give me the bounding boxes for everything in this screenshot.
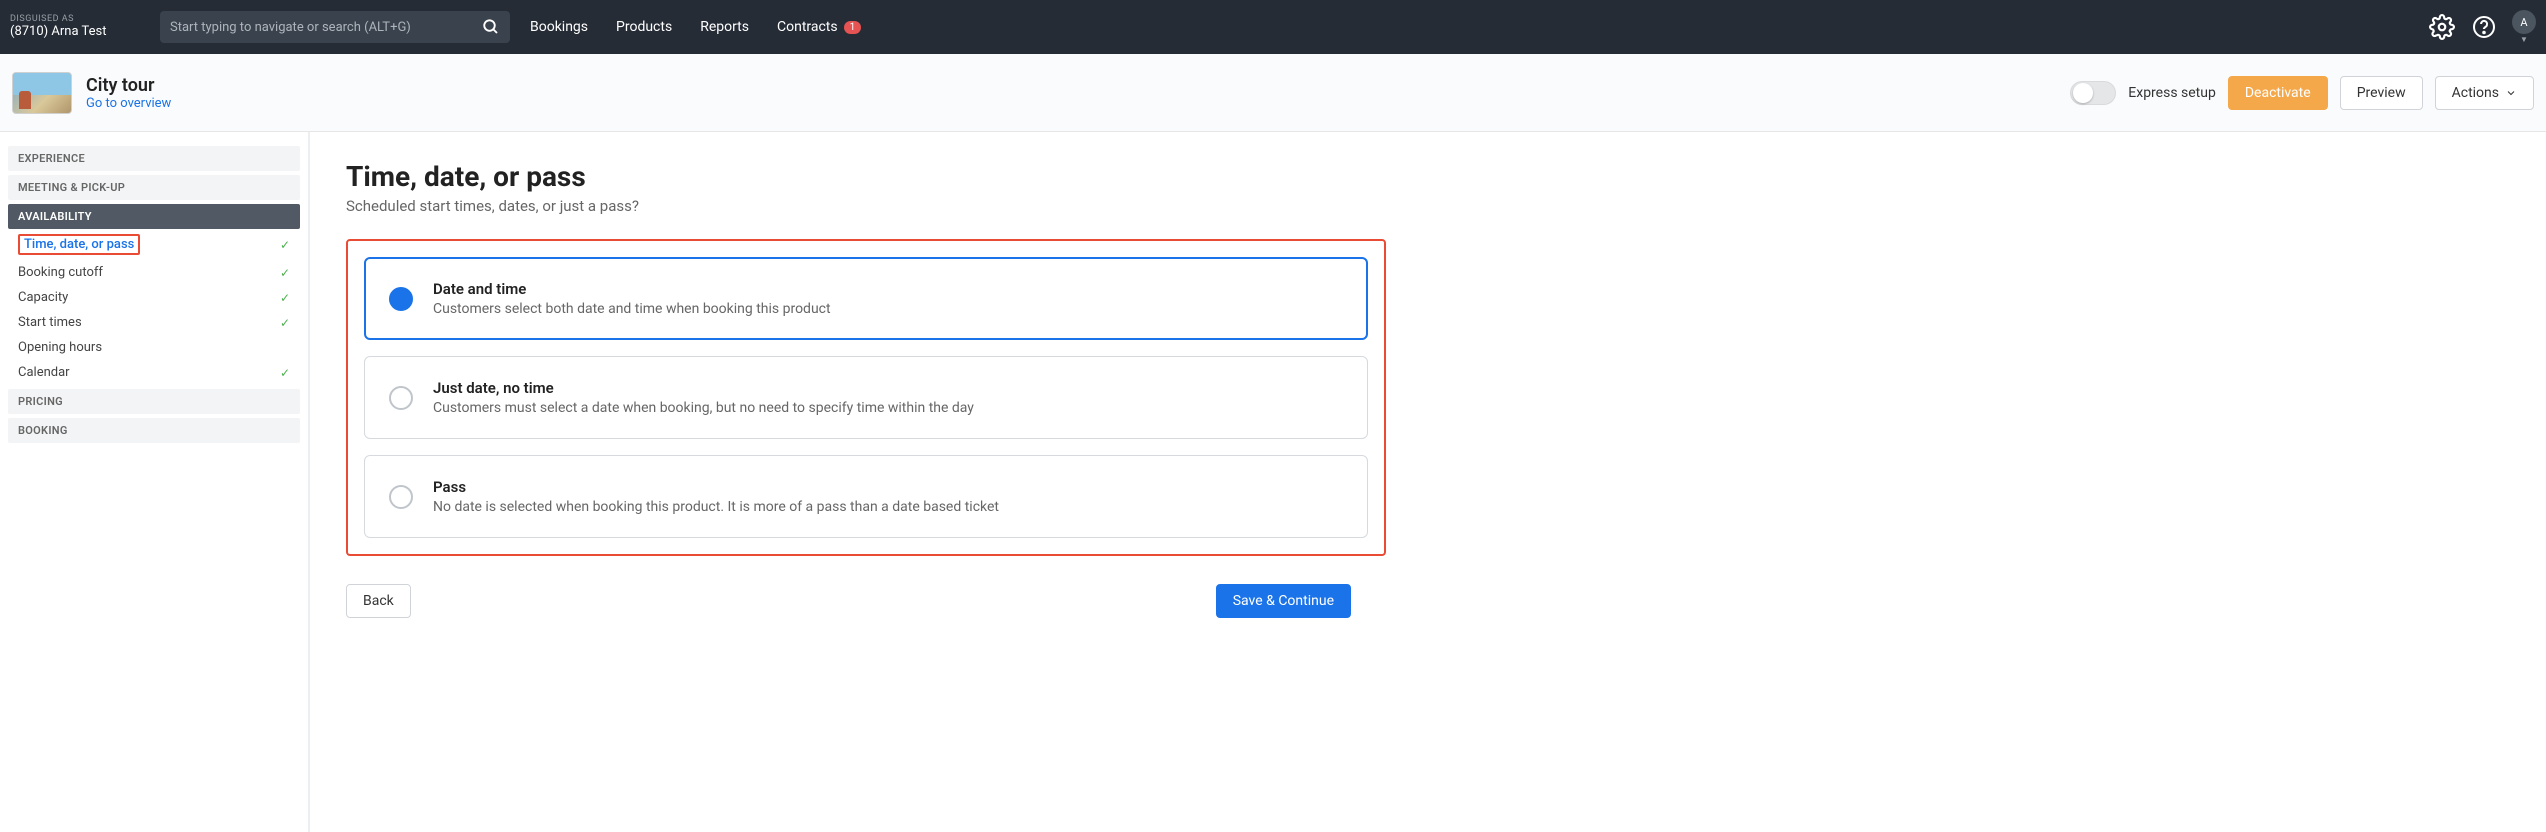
sidebar-item-opening-hours[interactable]: Opening hours xyxy=(8,335,300,360)
sidebar-item-label: Opening hours xyxy=(18,340,102,355)
search-icon[interactable] xyxy=(482,18,500,36)
nav-products[interactable]: Products xyxy=(616,19,672,35)
option-desc: No date is selected when booking this pr… xyxy=(433,499,999,515)
actions-label: Actions xyxy=(2452,85,2499,101)
option-text: Just date, no time Customers must select… xyxy=(433,379,974,416)
chevron-down-icon xyxy=(2505,87,2517,99)
page-title: Time, date, or pass xyxy=(346,160,2510,193)
nav-contracts-label: Contracts xyxy=(777,19,838,35)
secondary-bar: City tour Go to overview Express setup D… xyxy=(0,54,2546,132)
help-icon[interactable] xyxy=(2470,13,2498,41)
disguise-block: DISGUISED AS (8710) Arna Test xyxy=(10,15,140,39)
option-just-date[interactable]: Just date, no time Customers must select… xyxy=(364,356,1368,439)
preview-button[interactable]: Preview xyxy=(2340,76,2423,110)
search-wrap[interactable] xyxy=(160,11,510,43)
check-icon: ✓ xyxy=(280,291,290,305)
toggle-knob xyxy=(2073,83,2093,103)
avatar: A xyxy=(2512,10,2536,34)
sidebar-item-label: Calendar xyxy=(18,365,70,380)
sidebar-item-calendar[interactable]: Calendar ✓ xyxy=(8,360,300,385)
sidebar-item-label: Time, date, or pass xyxy=(18,234,140,255)
check-icon: ✓ xyxy=(280,266,290,280)
radio xyxy=(389,386,413,410)
radio-selected xyxy=(389,287,413,311)
express-label: Express setup xyxy=(2128,85,2216,101)
check-icon: ✓ xyxy=(280,238,290,252)
option-text: Date and time Customers select both date… xyxy=(433,280,831,317)
sidebar-item-booking-cutoff[interactable]: Booking cutoff ✓ xyxy=(8,260,300,285)
nav-reports[interactable]: Reports xyxy=(700,19,749,35)
sidebar-group-pricing[interactable]: PRICING xyxy=(8,389,300,414)
nav-links: Bookings Products Reports Contracts 1 xyxy=(530,19,861,35)
options-frame: Date and time Customers select both date… xyxy=(346,239,1386,556)
sidebar-item-label: Capacity xyxy=(18,290,68,305)
check-icon: ✓ xyxy=(280,316,290,330)
sidebar-item-start-times[interactable]: Start times ✓ xyxy=(8,310,300,335)
product-heading-block: City tour Go to overview xyxy=(86,75,171,111)
disguise-name: (8710) Arna Test xyxy=(10,25,140,39)
back-button[interactable]: Back xyxy=(346,584,411,618)
product-thumbnail xyxy=(12,72,72,114)
sidebar: EXPERIENCE MEETING & PICK-UP AVAILABILIT… xyxy=(0,132,308,832)
deactivate-button[interactable]: Deactivate xyxy=(2228,76,2328,110)
gear-icon[interactable] xyxy=(2428,13,2456,41)
footer-actions: Back Save & Continue xyxy=(346,584,1351,618)
sidebar-item-label: Start times xyxy=(18,315,82,330)
option-title: Date and time xyxy=(433,280,831,298)
chevron-down-icon: ▼ xyxy=(2520,36,2528,44)
nav-bookings[interactable]: Bookings xyxy=(530,19,588,35)
overview-link[interactable]: Go to overview xyxy=(86,96,171,111)
option-desc: Customers must select a date when bookin… xyxy=(433,400,974,416)
avatar-menu[interactable]: A ▼ xyxy=(2512,10,2536,44)
nav-contracts[interactable]: Contracts 1 xyxy=(777,19,861,35)
save-continue-button[interactable]: Save & Continue xyxy=(1216,584,1351,618)
sidebar-group-experience[interactable]: EXPERIENCE xyxy=(8,146,300,171)
check-icon: ✓ xyxy=(280,366,290,380)
sidebar-group-availability[interactable]: AVAILABILITY xyxy=(8,204,300,229)
option-title: Just date, no time xyxy=(433,379,974,397)
option-pass[interactable]: Pass No date is selected when booking th… xyxy=(364,455,1368,538)
nav-right: A ▼ xyxy=(2428,10,2536,44)
option-title: Pass xyxy=(433,478,999,496)
option-date-and-time[interactable]: Date and time Customers select both date… xyxy=(364,257,1368,340)
search-input[interactable] xyxy=(160,11,510,43)
sidebar-item-time-date-pass[interactable]: Time, date, or pass ✓ xyxy=(8,229,300,260)
sidebar-item-capacity[interactable]: Capacity ✓ xyxy=(8,285,300,310)
option-desc: Customers select both date and time when… xyxy=(433,301,831,317)
main-content: Time, date, or pass Scheduled start time… xyxy=(308,132,2546,832)
sidebar-item-label: Booking cutoff xyxy=(18,265,103,280)
actions-button[interactable]: Actions xyxy=(2435,76,2534,110)
sidebar-group-meeting[interactable]: MEETING & PICK-UP xyxy=(8,175,300,200)
secondary-right: Express setup Deactivate Preview Actions xyxy=(2070,76,2534,110)
page-body: EXPERIENCE MEETING & PICK-UP AVAILABILIT… xyxy=(0,132,2546,832)
top-nav: DISGUISED AS (8710) Arna Test Bookings P… xyxy=(0,0,2546,54)
contracts-badge: 1 xyxy=(844,21,862,34)
option-text: Pass No date is selected when booking th… xyxy=(433,478,999,515)
express-toggle[interactable] xyxy=(2070,81,2116,105)
page-subtitle: Scheduled start times, dates, or just a … xyxy=(346,197,2510,215)
product-title: City tour xyxy=(86,75,171,96)
radio xyxy=(389,485,413,509)
sidebar-group-booking[interactable]: BOOKING xyxy=(8,418,300,443)
